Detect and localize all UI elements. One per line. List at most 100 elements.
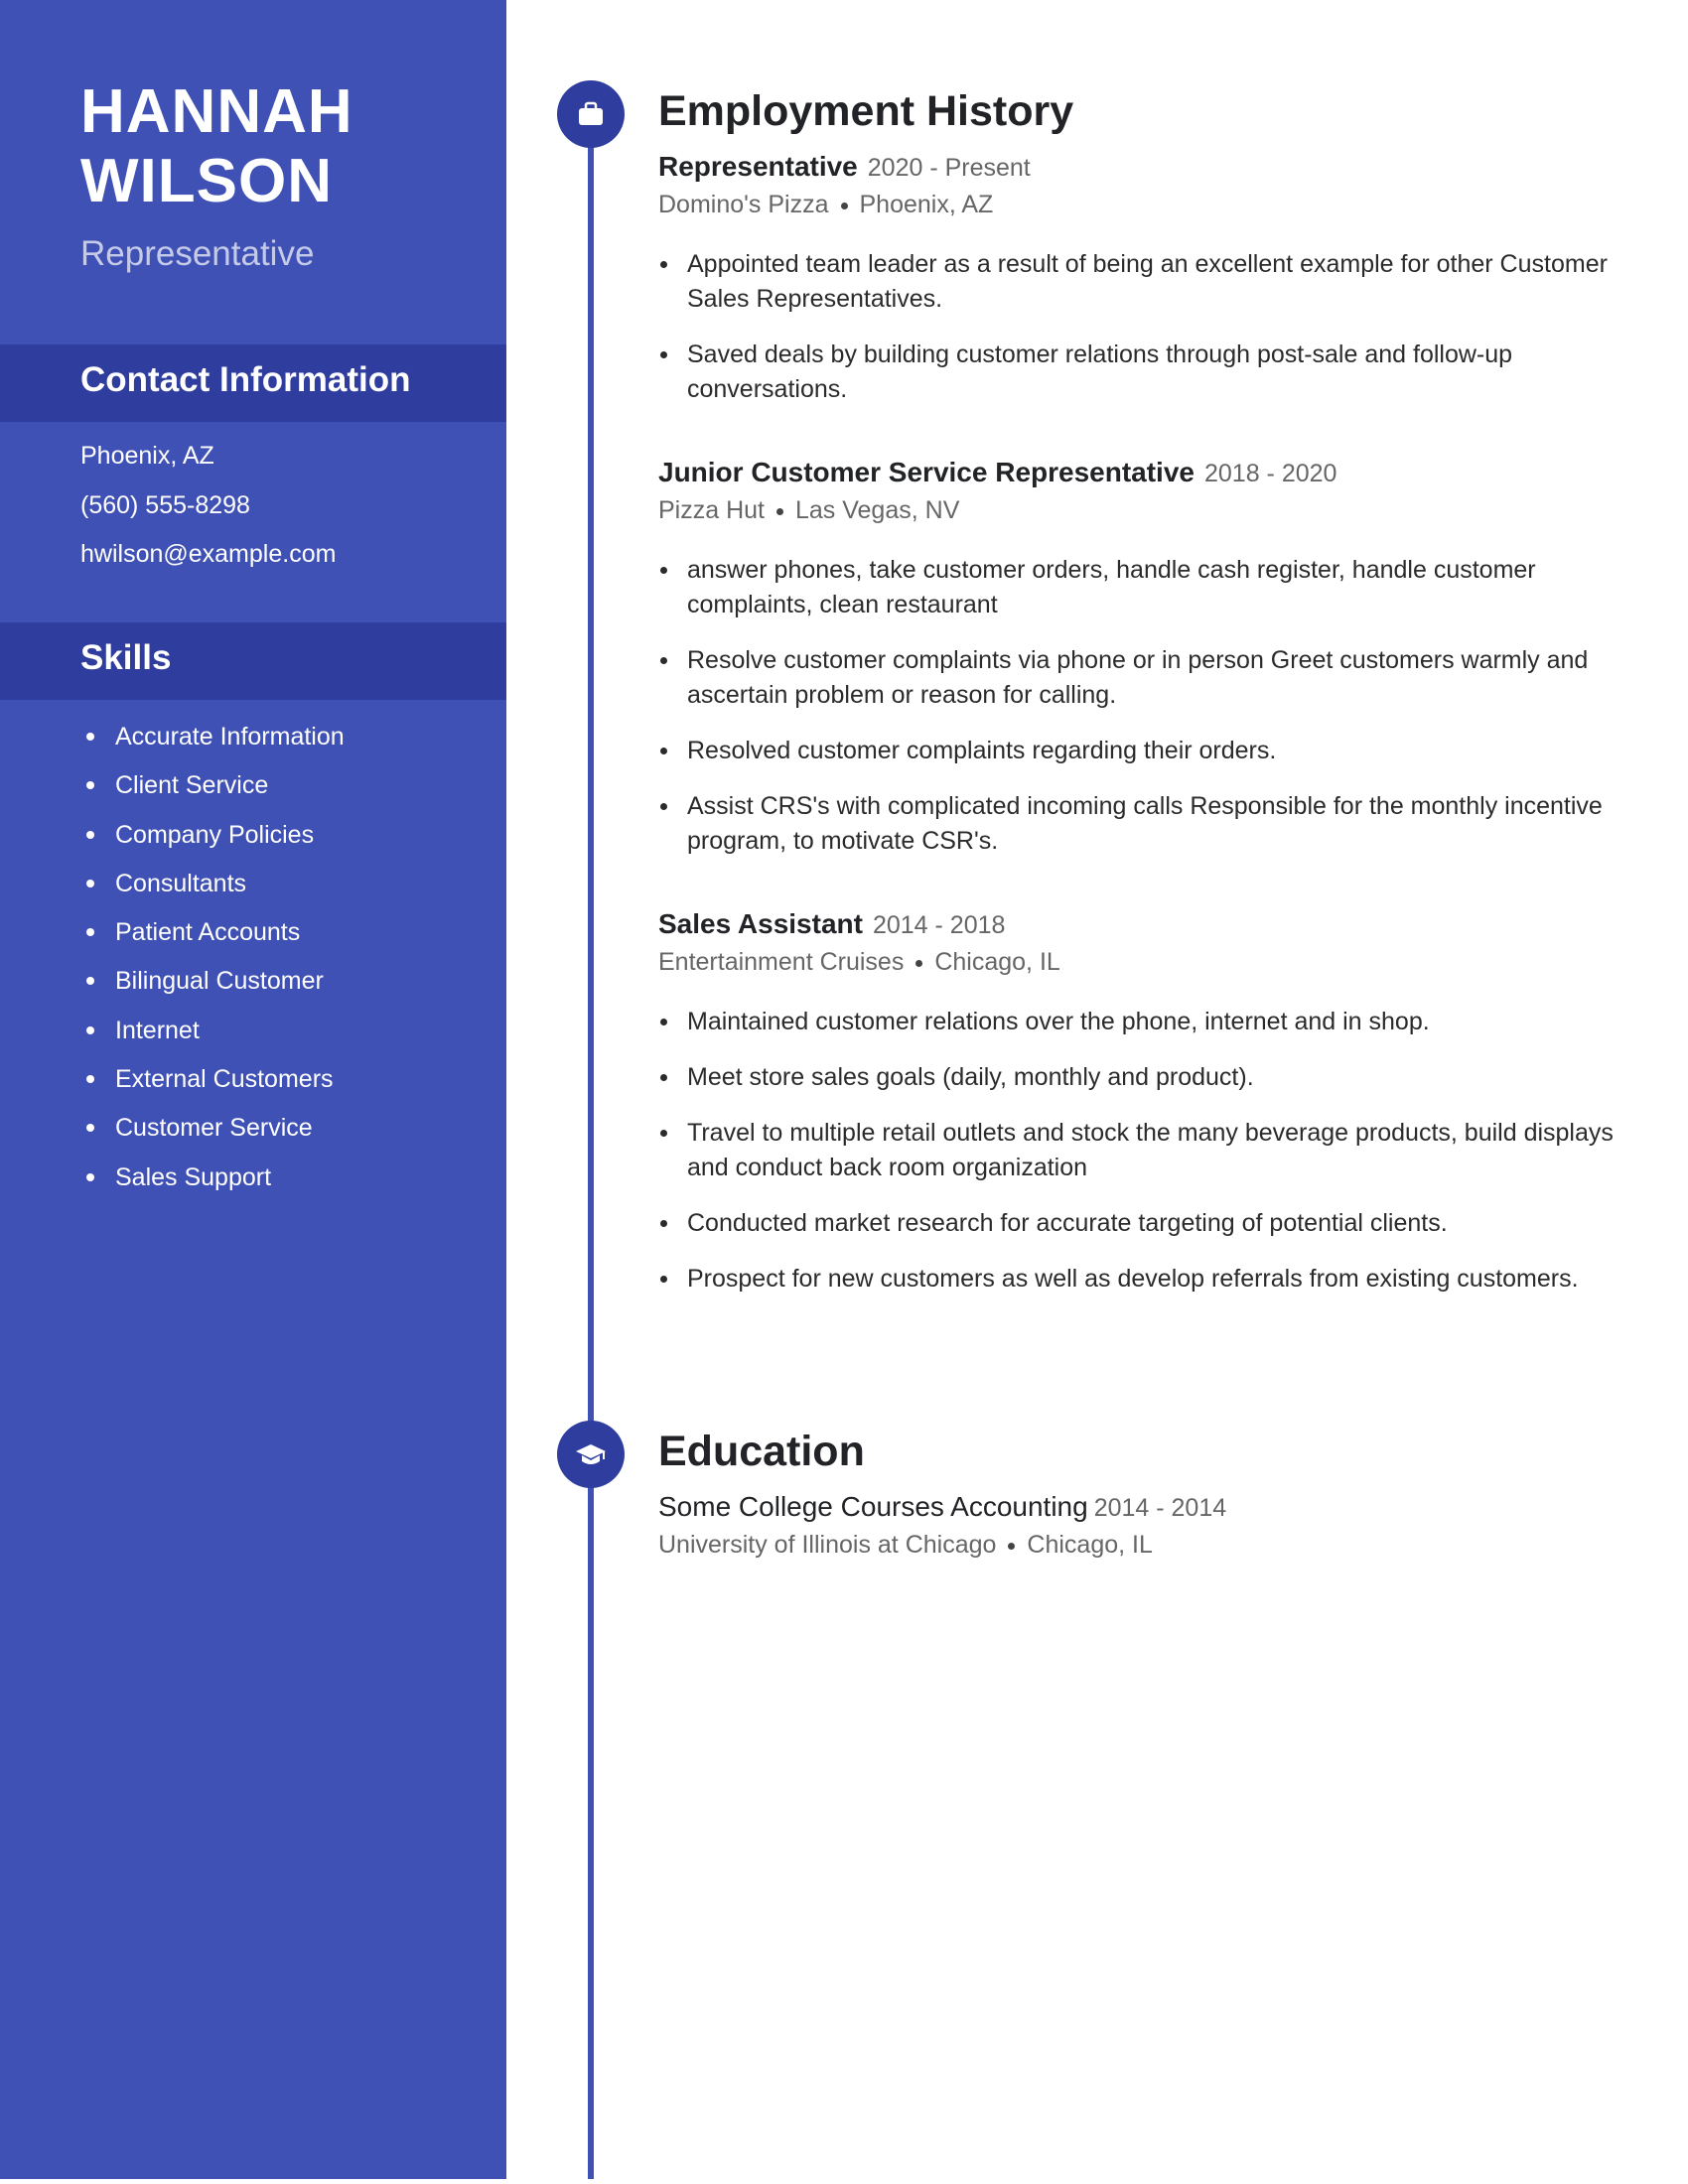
bullet-dot	[660, 1019, 667, 1025]
education-heading: Education	[658, 1428, 865, 1475]
job-bullet: Resolve customer complaints via phone or…	[658, 643, 1621, 713]
skill-label: Consultants	[115, 869, 247, 897]
timeline-line	[588, 114, 594, 2179]
job-meta: Entertainment Cruises Chicago, IL	[658, 943, 1621, 981]
job-bullet: Travel to multiple retail outlets and st…	[658, 1116, 1621, 1185]
skill-item: Client Service	[80, 765, 345, 814]
skill-item: External Customers	[80, 1059, 345, 1108]
skill-item: Internet	[80, 1011, 345, 1059]
skills-heading: Skills	[80, 638, 172, 677]
education-icon-badge	[557, 1421, 625, 1488]
employment-icon-badge	[557, 80, 625, 148]
bullet-dot	[86, 928, 94, 937]
job-title: Sales Assistant	[658, 908, 863, 939]
bullet-dot	[660, 803, 667, 810]
separator-dot	[915, 959, 923, 967]
job-company: Domino's Pizza	[658, 191, 829, 218]
job-location: Phoenix, AZ	[859, 191, 994, 218]
bullet-text: Prospect for new customers as well as de…	[687, 1265, 1579, 1293]
skill-item: Consultants	[80, 864, 345, 912]
bullet-text: Maintained customer relations over the p…	[687, 1008, 1430, 1035]
education-header: Some College Courses Accounting 2014 - 20…	[658, 1488, 1621, 1526]
job-meta: Domino's Pizza Phoenix, AZ	[658, 186, 1621, 223]
bullet-dot	[86, 830, 94, 839]
bullet-dot	[86, 1025, 94, 1034]
bullet-text: Resolved customer complaints regarding t…	[687, 737, 1277, 764]
bullet-dot	[86, 1075, 94, 1084]
separator-dot	[775, 507, 783, 515]
skill-item: Accurate Information	[80, 717, 345, 765]
job-bullet: Meet store sales goals (daily, monthly a…	[658, 1060, 1621, 1095]
job-entry: Junior Customer Service Representative 20…	[658, 454, 1621, 880]
graduation-cap-icon	[576, 1444, 606, 1464]
contact-location: Phoenix, AZ	[80, 442, 214, 470]
job-title: Representative	[658, 151, 858, 182]
skill-item: Sales Support	[80, 1158, 345, 1206]
job-location: Las Vegas, NV	[794, 496, 960, 524]
bullet-dot	[660, 748, 667, 754]
skill-item: Company Policies	[80, 815, 345, 864]
bullet-text: Travel to multiple retail outlets and st…	[687, 1119, 1614, 1181]
job-company: Entertainment Cruises	[658, 948, 905, 976]
bullet-dot	[660, 657, 667, 664]
contact-phone: (560) 555-8298	[80, 491, 250, 519]
contact-heading-band: Contact Information	[0, 344, 506, 422]
bullet-text: Assist CRS's with complicated incoming c…	[687, 792, 1603, 855]
bullet-text: Saved deals by building customer relatio…	[687, 341, 1513, 403]
job-header: Junior Customer Service Representative 20…	[658, 454, 1621, 491]
skill-label: Company Policies	[115, 820, 315, 849]
skill-item: Bilingual Customer	[80, 961, 345, 1010]
school: University of Illinois at Chicago	[658, 1531, 997, 1559]
skills-heading-band: Skills	[0, 622, 506, 700]
skill-label: Internet	[115, 1016, 200, 1044]
bullet-dot	[660, 1074, 667, 1081]
job-bullet: Saved deals by building customer relatio…	[658, 338, 1621, 407]
contact-email: hwilson@example.com	[80, 540, 337, 568]
contact-heading: Contact Information	[80, 360, 411, 399]
skills-list: Accurate Information Client Service Comp…	[80, 717, 345, 1206]
bullet-text: answer phones, take customer orders, han…	[687, 556, 1536, 618]
first-name: HANNAH	[80, 77, 353, 146]
bullet-text: Meet store sales goals (daily, monthly a…	[687, 1063, 1254, 1091]
bullet-dot	[86, 1172, 94, 1181]
job-bullet: Maintained customer relations over the p…	[658, 1005, 1621, 1039]
last-name: WILSON	[80, 147, 333, 215]
bullet-dot	[660, 261, 667, 268]
bullet-dot	[660, 567, 667, 574]
bullet-dot	[86, 879, 94, 887]
skill-label: Sales Support	[115, 1162, 272, 1191]
bullet-dot	[86, 733, 94, 741]
bullet-text: Resolve customer complaints via phone or…	[687, 646, 1589, 709]
job-header: Representative 2020 - Present	[658, 148, 1621, 186]
bullet-dot	[86, 977, 94, 986]
person-title: Representative	[80, 234, 315, 273]
separator-dot	[840, 202, 848, 209]
job-bullet: Conducted market research for accurate t…	[658, 1206, 1621, 1241]
job-company: Pizza Hut	[658, 496, 765, 524]
education-meta: University of Illinois at Chicago Chicago…	[658, 1526, 1621, 1564]
job-bullet: Assist CRS's with complicated incoming c…	[658, 789, 1621, 859]
job-bullets: Maintained customer relations over the p…	[658, 1005, 1621, 1297]
job-entry: Sales Assistant 2014 - 2018 Entertainment…	[658, 905, 1621, 1317]
job-dates: 2018 - 2020	[1203, 460, 1337, 487]
bullet-text: Appointed team leader as a result of bei…	[687, 250, 1608, 313]
skill-label: Accurate Information	[115, 723, 345, 751]
skill-label: Customer Service	[115, 1114, 313, 1143]
education-dates: 2014 - 2014	[1093, 1494, 1227, 1522]
bullet-dot	[660, 351, 667, 358]
employment-heading: Employment History	[658, 87, 1074, 135]
skill-label: Client Service	[115, 771, 269, 800]
briefcase-icon	[579, 101, 603, 125]
job-bullets: Appointed team leader as a result of bei…	[658, 247, 1621, 407]
job-bullet: Appointed team leader as a result of bei…	[658, 247, 1621, 317]
skill-item: Patient Accounts	[80, 912, 345, 961]
job-title: Junior Customer Service Representative	[658, 457, 1195, 487]
skill-label: Bilingual Customer	[115, 967, 324, 996]
job-bullet: Prospect for new customers as well as de…	[658, 1262, 1621, 1297]
skill-label: External Customers	[115, 1065, 334, 1094]
skill-label: Patient Accounts	[115, 918, 301, 947]
job-entry: Representative 2020 - Present Domino's Pi…	[658, 148, 1621, 428]
school-location: Chicago, IL	[1027, 1531, 1153, 1559]
bullet-dot	[86, 781, 94, 790]
skill-item: Customer Service	[80, 1108, 345, 1157]
